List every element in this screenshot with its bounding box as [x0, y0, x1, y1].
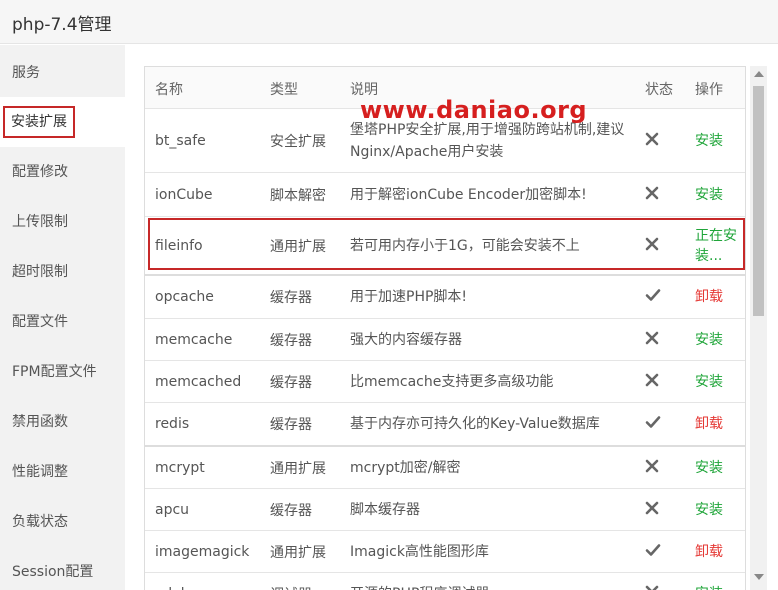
- header-op: 操作: [695, 82, 723, 98]
- install-button[interactable]: 安装: [695, 458, 745, 478]
- table-row: memcache 缓存器 强大的内容缓存器 安装: [145, 319, 745, 361]
- extension-desc: mcrypt加密/解密: [350, 459, 461, 476]
- install-button[interactable]: 安装: [695, 584, 745, 590]
- extension-desc: 强大的内容缓存器: [350, 331, 462, 348]
- table-row: mcrypt 通用扩展 mcrypt加密/解密 安装: [145, 447, 745, 489]
- header-status: 状态: [645, 82, 673, 98]
- cross-icon: [645, 373, 663, 391]
- scroll-thumb[interactable]: [753, 86, 764, 316]
- uninstall-button[interactable]: 卸载: [695, 414, 745, 434]
- extension-desc: 脚本缓存器: [350, 501, 420, 518]
- install-button[interactable]: 安装: [695, 330, 745, 350]
- sidebar-item-disabled-functions[interactable]: 禁用函数: [0, 397, 125, 447]
- extension-type: 通用扩展: [270, 460, 326, 477]
- extension-desc: Imagick高性能图形库: [350, 543, 489, 560]
- window-title: php-7.4管理: [12, 15, 112, 35]
- extension-desc: 用于解密ionCube Encoder加密脚本!: [350, 186, 587, 203]
- extension-name: ionCube: [155, 186, 213, 203]
- extension-type: 通用扩展: [270, 544, 326, 561]
- extension-name: redis: [155, 416, 190, 432]
- extension-name: bt_safe: [155, 133, 206, 149]
- extension-desc: 堡塔PHP安全扩展,用于增强防跨站机制,建议Nginx/Apache用户安装: [350, 122, 625, 160]
- sidebar: 服务 安装扩展 配置修改 上传限制 超时限制 配置文件 FPM配置文件 禁用函数…: [0, 45, 125, 590]
- extension-name: xdebug: [155, 586, 207, 590]
- uninstall-button[interactable]: 卸载: [695, 542, 745, 562]
- extension-desc: 比memcache支持更多高级功能: [350, 373, 554, 390]
- table-row: fileinfo 通用扩展 若可用内存小于1G，可能会安装不上 正在安装...: [145, 217, 745, 276]
- sidebar-item-config-edit[interactable]: 配置修改: [0, 147, 125, 197]
- extensions-table: 名称 类型 说明 状态 操作 bt_safe 安全扩展 堡塔PHP安全扩展,用于增强…: [144, 66, 746, 590]
- extension-desc: 基于内存亦可持久化的Key-Value数据库: [350, 416, 600, 432]
- extension-type: 调试器: [270, 584, 312, 590]
- sidebar-item-performance[interactable]: 性能调整: [0, 447, 125, 497]
- check-icon: [645, 543, 663, 561]
- cross-icon: [645, 132, 663, 150]
- extension-desc: 若可用内存小于1G，可能会安装不上: [350, 237, 580, 254]
- cross-icon: [645, 501, 663, 519]
- extension-type: 缓存器: [270, 502, 312, 519]
- check-icon: [645, 415, 663, 433]
- extension-type: 缓存器: [270, 374, 312, 391]
- scrollbar[interactable]: [750, 66, 767, 590]
- extension-type: 缓存器: [270, 417, 312, 433]
- table-row: xdebug 调试器 开源的PHP程序调试器 安装: [145, 573, 745, 590]
- sidebar-item-service[interactable]: 服务: [0, 48, 125, 98]
- uninstall-button[interactable]: 卸载: [695, 287, 745, 307]
- sidebar-item-install-extensions[interactable]: 安装扩展: [0, 97, 125, 147]
- extension-desc: 开源的PHP程序调试器: [350, 583, 630, 590]
- cross-icon: [645, 186, 663, 204]
- extension-type: 通用扩展: [270, 238, 326, 255]
- check-icon: [645, 288, 663, 306]
- watermark: www.daniao.org: [360, 96, 588, 124]
- extension-type: 安全扩展: [270, 134, 326, 150]
- sidebar-item-fpm-config[interactable]: FPM配置文件: [0, 347, 125, 397]
- extension-name: imagemagick: [155, 543, 250, 560]
- table-row: redis 缓存器 基于内存亦可持久化的Key-Value数据库 卸载: [145, 403, 745, 447]
- scroll-down-arrow-icon[interactable]: [754, 574, 764, 580]
- table-row: ionCube 脚本解密 用于解密ionCube Encoder加密脚本! 安装: [145, 173, 745, 217]
- sidebar-item-upload-limit[interactable]: 上传限制: [0, 197, 125, 247]
- sidebar-item-load-status[interactable]: 负载状态: [0, 497, 125, 547]
- installing-status[interactable]: 正在安装...: [695, 226, 745, 266]
- cross-icon: [645, 459, 663, 477]
- cross-icon: [645, 331, 663, 349]
- extension-desc: 用于加速PHP脚本!: [350, 289, 468, 305]
- sidebar-item-config-file[interactable]: 配置文件: [0, 297, 125, 347]
- scroll-up-arrow-icon[interactable]: [754, 71, 764, 77]
- extension-name: mcrypt: [155, 459, 205, 476]
- install-button[interactable]: 安装: [695, 131, 745, 151]
- install-button[interactable]: 安装: [695, 500, 745, 520]
- table-row: apcu 缓存器 脚本缓存器 安装: [145, 489, 745, 531]
- extension-name: memcache: [155, 331, 233, 348]
- extension-type: 缓存器: [270, 290, 312, 306]
- table-row: memcached 缓存器 比memcache支持更多高级功能 安装: [145, 361, 745, 403]
- install-button[interactable]: 安装: [695, 372, 745, 392]
- window-titlebar: php-7.4管理: [0, 0, 778, 44]
- sidebar-item-session-config[interactable]: Session配置: [0, 547, 125, 590]
- header-type: 类型: [270, 82, 298, 98]
- header-name: 名称: [155, 82, 183, 98]
- table-row: opcache 缓存器 用于加速PHP脚本! 卸载: [145, 276, 745, 319]
- cross-icon: [645, 585, 663, 590]
- extension-name: memcached: [155, 373, 242, 390]
- extension-name: opcache: [155, 289, 214, 305]
- install-button[interactable]: 安装: [695, 185, 745, 205]
- sidebar-item-timeout-limit[interactable]: 超时限制: [0, 247, 125, 297]
- table-row: imagemagick 通用扩展 Imagick高性能图形库 卸载: [145, 531, 745, 573]
- cross-icon: [645, 237, 663, 255]
- extension-type: 缓存器: [270, 332, 312, 349]
- extension-type: 脚本解密: [270, 187, 326, 204]
- extension-name: apcu: [155, 501, 190, 518]
- extension-name: fileinfo: [155, 237, 203, 254]
